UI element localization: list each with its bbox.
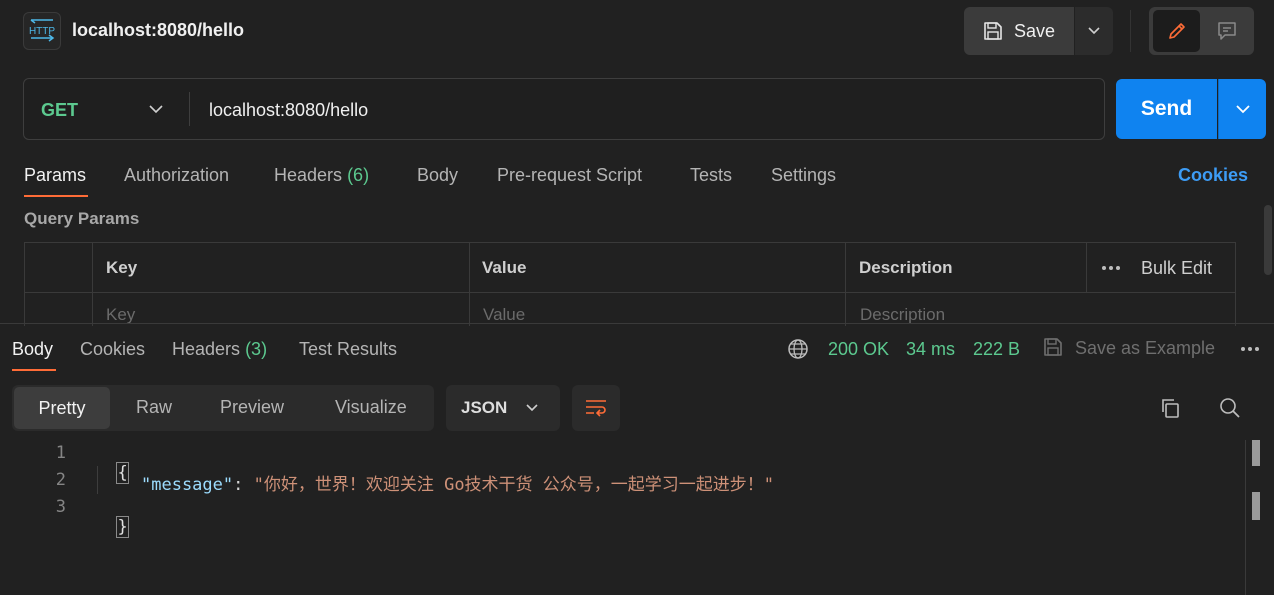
view-preview-button[interactable]: Preview: [220, 397, 284, 418]
tab-settings[interactable]: Settings: [771, 165, 836, 186]
pane-splitter[interactable]: [0, 323, 1274, 324]
save-options-button[interactable]: [1075, 7, 1113, 55]
view-pretty-button[interactable]: Pretty: [14, 387, 110, 429]
code-line-1[interactable]: {: [97, 443, 129, 484]
code-line-2[interactable]: "message": "你好，世界！欢迎关注 Go技术干货 公众号，一起学习一起…: [141, 470, 774, 495]
search-icon: [1220, 398, 1240, 418]
code-scroll-marker[interactable]: [1252, 492, 1260, 520]
active-tab-indicator: [24, 195, 88, 197]
response-tab-body[interactable]: Body: [12, 339, 53, 360]
chevron-down-icon: [1235, 105, 1250, 114]
more-options-icon[interactable]: [1102, 266, 1120, 270]
param-value-input[interactable]: Value: [483, 305, 525, 325]
svg-text:HTTP: HTTP: [29, 26, 55, 37]
save-example-icon: [1042, 336, 1064, 363]
code-line-3[interactable]: }: [97, 497, 129, 538]
send-options-button[interactable]: [1218, 79, 1266, 139]
table-column-divider: [845, 242, 846, 326]
header-divider: [1130, 10, 1131, 52]
param-description-input[interactable]: Description: [860, 305, 945, 325]
indent-guide: [97, 466, 98, 494]
table-row-divider: [24, 292, 1236, 293]
request-title[interactable]: localhost:8080/hello: [72, 20, 244, 41]
method-select[interactable]: GET: [41, 100, 78, 121]
chevron-down-icon: [149, 105, 163, 114]
method-dropdown[interactable]: [148, 102, 164, 120]
json-colon: :: [233, 475, 254, 495]
response-more-icon[interactable]: [1241, 347, 1259, 351]
column-header-key: Key: [106, 258, 138, 277]
tab-pre-request-script[interactable]: Pre-request Script: [497, 165, 642, 186]
save-label: Save: [1014, 20, 1056, 41]
code-scroll-marker[interactable]: [1252, 440, 1260, 466]
format-select-value: JSON: [461, 398, 508, 417]
table-column-divider: [1086, 242, 1087, 292]
response-tab-headers-label: Headers: [172, 339, 241, 359]
line-number: 2: [55, 470, 66, 490]
table-column-divider: [92, 242, 93, 326]
save-icon: [984, 22, 1002, 40]
request-scrollbar[interactable]: [1264, 205, 1272, 275]
tab-params[interactable]: Params: [24, 165, 86, 186]
json-string-value: "你好，世界！欢迎关注 Go技术干货 公众号，一起学习一起进步！": [253, 475, 775, 495]
response-tab-test-results[interactable]: Test Results: [299, 339, 397, 360]
chevron-down-icon: [526, 404, 538, 412]
response-time[interactable]: 34 ms: [906, 339, 955, 360]
response-headers-count: (3): [245, 339, 268, 359]
view-visualize-button[interactable]: Visualize: [335, 397, 407, 418]
chevron-down-icon: [1088, 27, 1100, 35]
active-response-tab-indicator: [12, 369, 56, 371]
response-size[interactable]: 222 B: [973, 339, 1020, 360]
status-code[interactable]: 200 OK: [828, 339, 889, 360]
params-table: [24, 242, 1236, 326]
table-column-divider: [469, 242, 470, 326]
wrap-lines-button[interactable]: [572, 385, 620, 431]
app-icon: HTTP: [23, 12, 61, 50]
code-scroll-track: [1245, 440, 1246, 595]
json-key: "message": [141, 475, 234, 495]
comments-button[interactable]: [1203, 10, 1250, 52]
http-icon: HTTP: [29, 19, 55, 42]
line-number: 3: [55, 497, 66, 517]
url-separator: [189, 92, 190, 126]
copy-icon: [1162, 399, 1179, 418]
url-bar: [23, 78, 1105, 140]
edit-mode-button[interactable]: [1153, 10, 1200, 52]
json-close-brace: }: [116, 516, 129, 538]
json-open-brace: {: [116, 462, 129, 484]
tab-tests[interactable]: Tests: [690, 165, 732, 186]
save-button[interactable]: Save: [964, 7, 1074, 55]
pencil-icon: [1168, 23, 1185, 39]
tab-body[interactable]: Body: [417, 165, 458, 186]
view-raw-button[interactable]: Raw: [136, 397, 172, 418]
headers-count: (6): [347, 165, 370, 185]
param-key-input[interactable]: Key: [106, 305, 135, 325]
wrap-lines-icon: [586, 400, 606, 417]
response-tab-cookies[interactable]: Cookies: [80, 339, 145, 360]
format-select[interactable]: JSON: [446, 385, 560, 431]
tab-headers-label: Headers: [274, 165, 343, 185]
tab-authorization[interactable]: Authorization: [124, 165, 229, 186]
cookies-link[interactable]: Cookies: [1178, 165, 1248, 186]
send-button[interactable]: Send: [1116, 79, 1217, 139]
query-params-title: Query Params: [24, 209, 140, 228]
globe-icon[interactable]: [787, 338, 809, 365]
column-header-value: Value: [482, 258, 527, 277]
response-tab-headers[interactable]: Headers (3): [172, 339, 267, 360]
bulk-edit-button[interactable]: Bulk Edit: [1141, 258, 1212, 279]
url-input[interactable]: localhost:8080/hello: [209, 100, 368, 121]
tab-headers[interactable]: Headers (6): [274, 165, 369, 186]
search-button[interactable]: [1216, 394, 1244, 422]
line-number: 1: [55, 443, 66, 463]
copy-button[interactable]: [1156, 394, 1184, 422]
comment-icon: [1217, 22, 1236, 40]
column-header-description: Description: [859, 258, 953, 277]
save-as-example-button[interactable]: Save as Example: [1075, 338, 1215, 359]
